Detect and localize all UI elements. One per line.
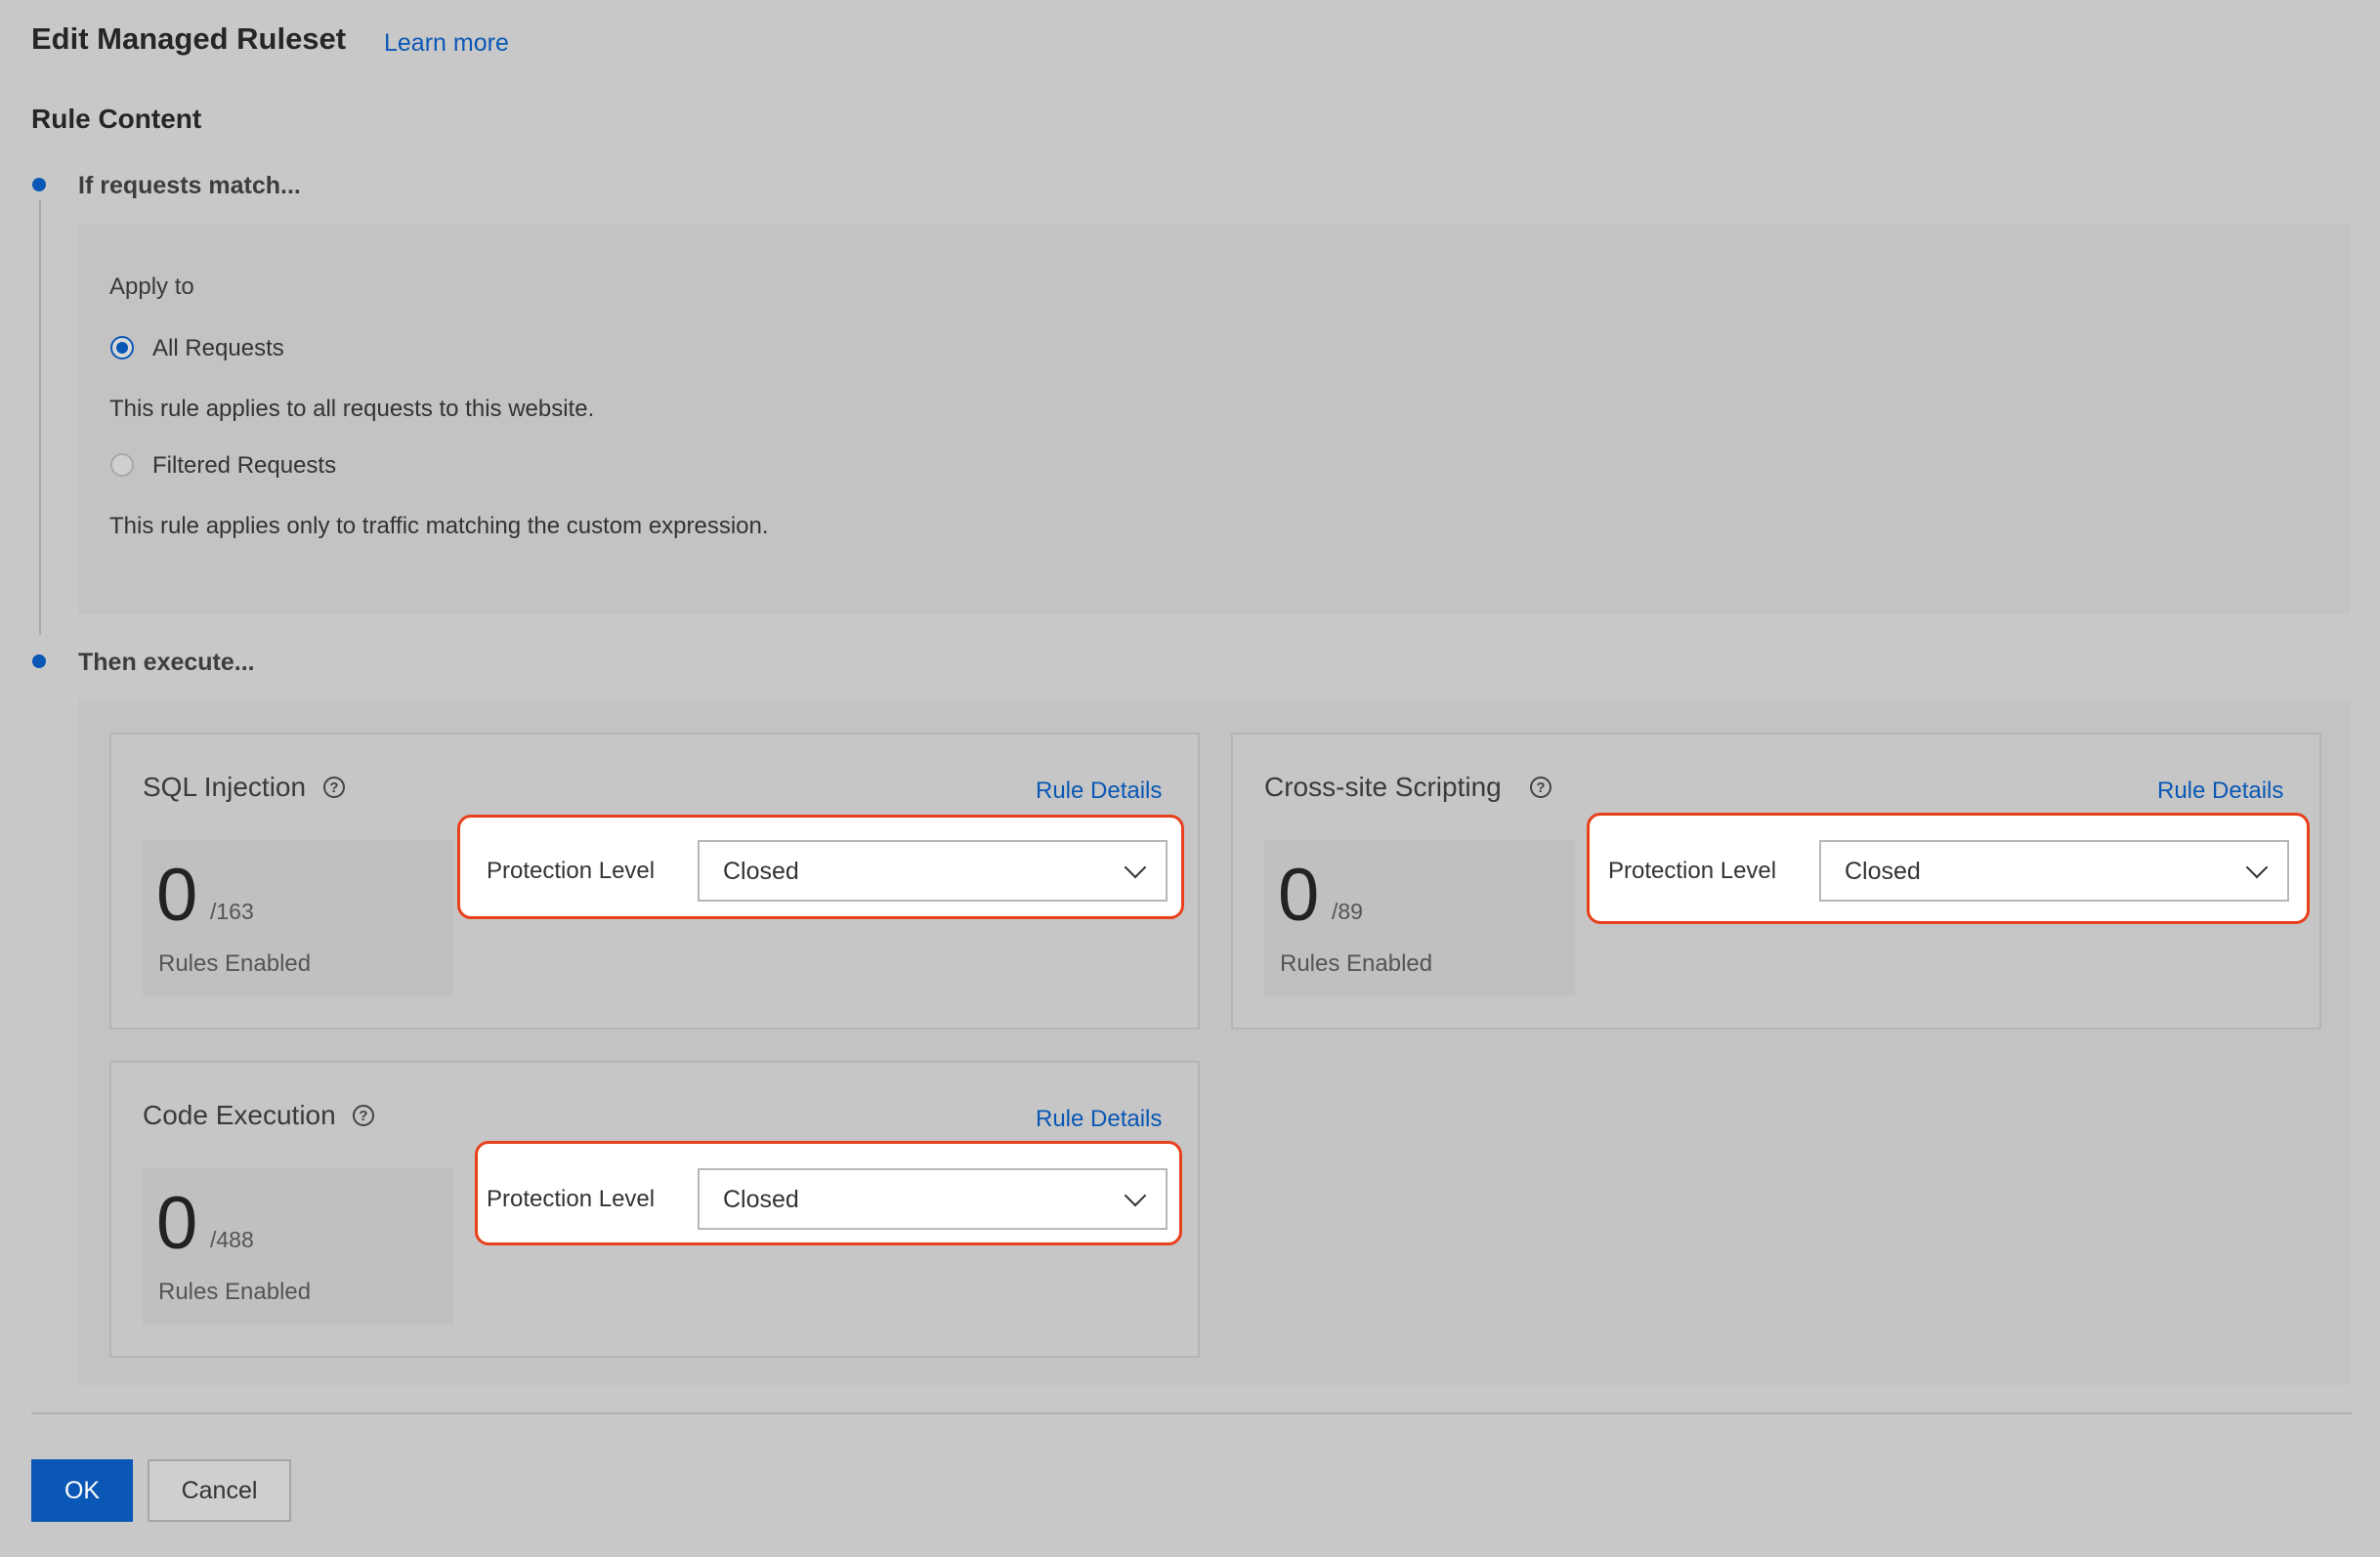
rules-enabled-label: Rules Enabled: [158, 1279, 312, 1305]
rules-enabled-count: 0: [156, 854, 198, 937]
step-then-label: Then execute...: [78, 649, 255, 676]
protection-level-label: Protection Level: [487, 1186, 656, 1212]
step-if-label: If requests match...: [78, 172, 301, 199]
rules-total: /89: [1332, 899, 1363, 924]
step-dot-icon: [32, 654, 46, 668]
card-title: Code Execution: [143, 1100, 336, 1130]
page-title: Edit Managed Ruleset: [31, 21, 347, 56]
rules-total: /488: [210, 1227, 254, 1252]
all-requests-radio[interactable]: [110, 336, 134, 359]
protection-level-label: Protection Level: [1608, 858, 1777, 884]
protection-level-value[interactable]: Closed: [723, 858, 799, 886]
cancel-button[interactable]: Cancel: [148, 1459, 291, 1522]
card-title: SQL Injection: [143, 772, 307, 802]
rules-enabled-count: 0: [156, 1182, 198, 1265]
protection-level-value[interactable]: Closed: [1845, 858, 1921, 886]
help-icon[interactable]: ?: [323, 777, 345, 798]
all-requests-label[interactable]: All Requests: [152, 335, 284, 362]
rules-enabled-label: Rules Enabled: [158, 950, 312, 977]
protection-level-value[interactable]: Closed: [723, 1186, 799, 1214]
step-dot-icon: [32, 178, 46, 191]
rules-total: /163: [210, 899, 254, 924]
learn-more-link[interactable]: Learn more: [384, 29, 509, 58]
step-connector: [39, 199, 41, 635]
rules-enabled-label: Rules Enabled: [1280, 950, 1433, 977]
rule-content-heading: Rule Content: [31, 104, 202, 134]
ok-button[interactable]: OK: [31, 1459, 133, 1522]
help-icon[interactable]: ?: [1530, 777, 1551, 798]
filtered-requests-description: This rule applies only to traffic matchi…: [109, 513, 769, 539]
rule-details-link[interactable]: Rule Details: [1036, 1106, 1162, 1133]
filtered-requests-radio[interactable]: [110, 453, 134, 477]
protection-level-label: Protection Level: [487, 858, 656, 884]
footer-divider: [31, 1412, 2353, 1414]
rules-enabled-count: 0: [1278, 854, 1320, 937]
card-title: Cross-site Scripting: [1264, 772, 1502, 802]
all-requests-description: This rule applies to all requests to thi…: [109, 396, 595, 422]
help-icon[interactable]: ?: [353, 1105, 374, 1126]
rule-details-link[interactable]: Rule Details: [2157, 778, 2283, 805]
filtered-requests-label[interactable]: Filtered Requests: [152, 452, 336, 480]
apply-to-label: Apply to: [109, 274, 194, 300]
rule-details-link[interactable]: Rule Details: [1036, 778, 1162, 805]
